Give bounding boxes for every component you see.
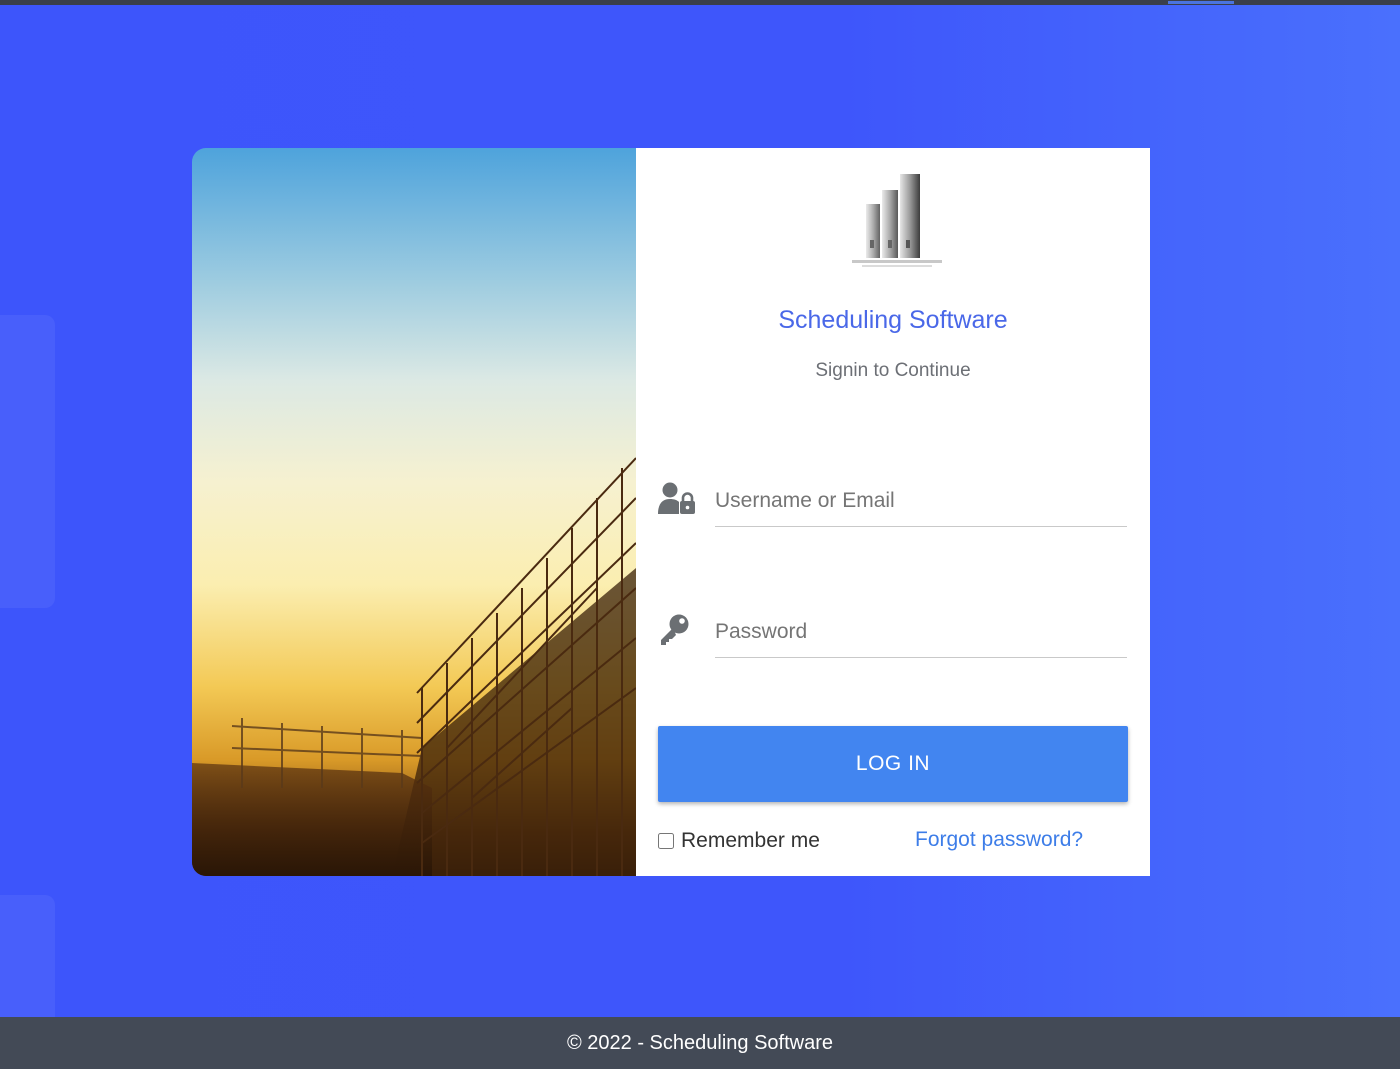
password-field (658, 599, 1128, 659)
construction-photo (192, 148, 636, 876)
password-input[interactable] (715, 607, 1127, 658)
username-field (658, 468, 1128, 528)
username-input[interactable] (715, 476, 1127, 527)
footer-text: © 2022 - Scheduling Software (566, 1031, 833, 1054)
side-panel (0, 895, 55, 1035)
remember-label: Remember me (681, 829, 820, 852)
login-card: Scheduling Software Signin to Continue L… (192, 148, 1150, 876)
side-panel (0, 315, 55, 608)
top-strip-tab (1168, 1, 1234, 4)
remember-me[interactable]: Remember me (658, 826, 820, 856)
signin-subtitle: Signin to Continue (815, 360, 971, 381)
app-title: Scheduling Software (778, 306, 1008, 334)
login-button[interactable]: LOG IN (658, 726, 1128, 802)
forgot-password-link[interactable]: Forgot password? (915, 828, 1083, 852)
scaffold-silhouette (192, 457, 636, 876)
key-icon (661, 614, 689, 645)
user-lock-icon (658, 482, 695, 514)
login-form: Scheduling Software Signin to Continue L… (636, 148, 1150, 876)
remember-checkbox[interactable] (658, 833, 674, 849)
building-logo-icon (852, 174, 942, 267)
page-footer: © 2022 - Scheduling Software (0, 1017, 1400, 1069)
